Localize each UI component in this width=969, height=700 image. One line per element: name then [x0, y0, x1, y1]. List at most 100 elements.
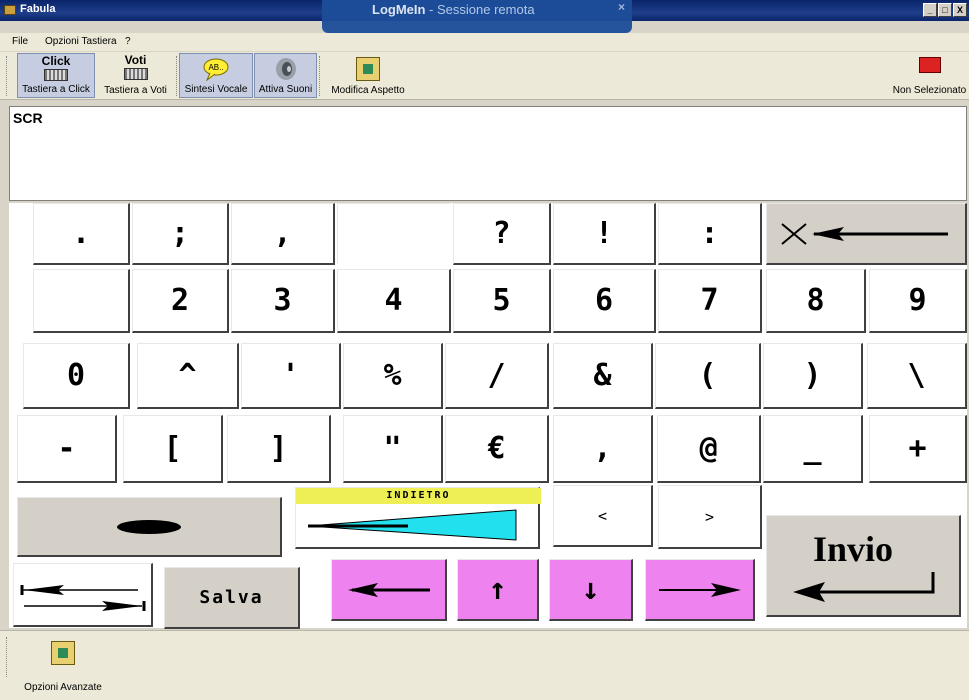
- key-less-than[interactable]: <: [553, 485, 653, 547]
- advanced-options-label: Opzioni Avanzate: [24, 682, 102, 693]
- menu-keyboard-options[interactable]: Opzioni Tastiera: [45, 36, 117, 47]
- arrow-left-key[interactable]: [331, 559, 447, 621]
- backspace-key[interactable]: [766, 203, 967, 265]
- key-backslash[interactable]: \: [867, 343, 967, 409]
- remote-app-name: LogMeIn: [372, 2, 426, 17]
- speech-synthesis-button[interactable]: AB.. Sintesi Vocale: [179, 53, 253, 98]
- menu-help[interactable]: ?: [125, 36, 131, 47]
- save-button[interactable]: Salva: [164, 567, 300, 629]
- space-bar-icon: [117, 519, 181, 534]
- key-close-paren[interactable]: ): [763, 343, 863, 409]
- vote-keyboard-title: Voti: [124, 53, 147, 67]
- speech-bubble-icon: AB..: [203, 58, 229, 81]
- back-arrow-icon: [307, 509, 517, 541]
- backspace-arrow-icon: [781, 222, 948, 245]
- speech-bubble-text: AB..: [208, 63, 223, 72]
- fabula-window: Fabula _ □ X LogMeIn - Sessione remota ×…: [0, 0, 969, 700]
- on-screen-keyboard: . ; , ? ! : 2 3 4 5 6 7 8 9 0 ^ ' % / & …: [9, 203, 967, 629]
- selection-status-button[interactable]: Non Selezionato: [890, 53, 969, 98]
- key-exclamation[interactable]: !: [553, 203, 656, 265]
- toolbar-grip[interactable]: [6, 56, 9, 96]
- key-comma[interactable]: ,: [231, 203, 335, 265]
- window-controls: _ □ X: [923, 3, 967, 17]
- key-slash[interactable]: /: [445, 343, 549, 409]
- modify-appearance-button[interactable]: Modifica Aspetto: [328, 53, 408, 98]
- key-minus[interactable]: -: [17, 415, 117, 483]
- key-semicolon[interactable]: ;: [132, 203, 229, 265]
- enable-sounds-button[interactable]: Attiva Suoni: [254, 53, 317, 98]
- key-9[interactable]: 9: [869, 269, 967, 333]
- enable-sounds-label: Attiva Suoni: [258, 84, 313, 95]
- menu-bar: File Opzioni Tastiera ?: [0, 33, 969, 51]
- speaker-icon: [275, 58, 296, 80]
- key-6[interactable]: 6: [553, 269, 656, 333]
- text-editor[interactable]: SCR: [9, 106, 967, 201]
- key-close-bracket[interactable]: ]: [227, 415, 331, 483]
- bottom-toolbar: Opzioni Avanzate: [0, 630, 969, 700]
- key-0[interactable]: 0: [23, 343, 130, 409]
- key-caret[interactable]: ^: [137, 343, 239, 409]
- click-keyboard-title: Click: [41, 54, 71, 68]
- arrow-right-icon: [658, 582, 741, 597]
- keyboard-icon: [44, 69, 68, 81]
- key-open-paren[interactable]: (: [655, 343, 761, 409]
- key-greater-than[interactable]: >: [658, 485, 762, 549]
- space-key[interactable]: [17, 497, 282, 557]
- window-title: Fabula: [20, 3, 56, 15]
- vote-keyboard-button[interactable]: Voti Tastiera a Voti: [97, 53, 174, 98]
- editor-text: SCR: [13, 110, 43, 126]
- toolbar: Click Tastiera a Click Voti Tastiera a V…: [0, 52, 969, 100]
- minimize-button[interactable]: _: [923, 3, 937, 17]
- enter-key[interactable]: Invio: [766, 515, 961, 617]
- remote-session-tab[interactable]: LogMeIn - Sessione remota ×: [322, 0, 632, 33]
- key-colon[interactable]: :: [658, 203, 762, 265]
- enter-arrow-icon: [793, 571, 935, 602]
- key-at[interactable]: @: [657, 415, 761, 483]
- app-icon: [4, 5, 16, 15]
- key-percent[interactable]: %: [343, 343, 443, 409]
- key-ampersand[interactable]: &: [553, 343, 653, 409]
- status-indicator-icon: [918, 57, 941, 73]
- tools-folder-icon: [356, 57, 380, 81]
- tools-folder-icon: [51, 641, 75, 665]
- click-keyboard-label: Tastiera a Click: [22, 84, 90, 95]
- toolbar-grip[interactable]: [319, 56, 322, 96]
- tab-arrows-icon: [20, 584, 145, 611]
- key-euro[interactable]: €: [445, 415, 549, 483]
- click-keyboard-button[interactable]: Click Tastiera a Click: [17, 53, 95, 98]
- close-button[interactable]: X: [953, 3, 967, 17]
- arrow-left-icon: [347, 582, 430, 597]
- arrow-down-key[interactable]: ↓: [549, 559, 633, 621]
- key-underscore[interactable]: _: [763, 415, 863, 483]
- key-4[interactable]: 4: [337, 269, 451, 333]
- remote-session-label: Sessione remota: [437, 2, 535, 17]
- key-question[interactable]: ?: [453, 203, 551, 265]
- key-comma-2[interactable]: ,: [553, 415, 653, 483]
- arrow-up-key[interactable]: ↑: [457, 559, 539, 621]
- menu-file[interactable]: File: [12, 36, 28, 47]
- key-blank[interactable]: [337, 203, 451, 265]
- arrow-right-key[interactable]: [645, 559, 755, 621]
- selection-status-label: Non Selezionato: [892, 85, 967, 96]
- remote-close-icon[interactable]: ×: [618, 0, 625, 14]
- key-3[interactable]: 3: [231, 269, 335, 333]
- key-8[interactable]: 8: [766, 269, 866, 333]
- toolbar-grip[interactable]: [6, 637, 9, 677]
- key-5[interactable]: 5: [453, 269, 551, 333]
- key-apostrophe[interactable]: ': [241, 343, 341, 409]
- maximize-button[interactable]: □: [938, 3, 952, 17]
- key-double-quote[interactable]: ": [343, 415, 443, 483]
- keyboard-icon: [123, 68, 148, 80]
- vote-keyboard-label: Tastiera a Voti: [104, 85, 167, 96]
- key-2[interactable]: 2: [132, 269, 229, 333]
- speech-synthesis-label: Sintesi Vocale: [184, 84, 248, 95]
- key-plus[interactable]: +: [869, 415, 967, 483]
- back-key[interactable]: INDIETRO: [295, 487, 541, 549]
- key-open-bracket[interactable]: [: [123, 415, 223, 483]
- advanced-options-button[interactable]: Opzioni Avanzate: [18, 639, 108, 695]
- tab-key[interactable]: [13, 563, 153, 627]
- key-period[interactable]: .: [33, 203, 130, 265]
- enter-key-label: Invio: [812, 528, 894, 569]
- key-7[interactable]: 7: [658, 269, 762, 333]
- key-blank-2[interactable]: [33, 269, 130, 333]
